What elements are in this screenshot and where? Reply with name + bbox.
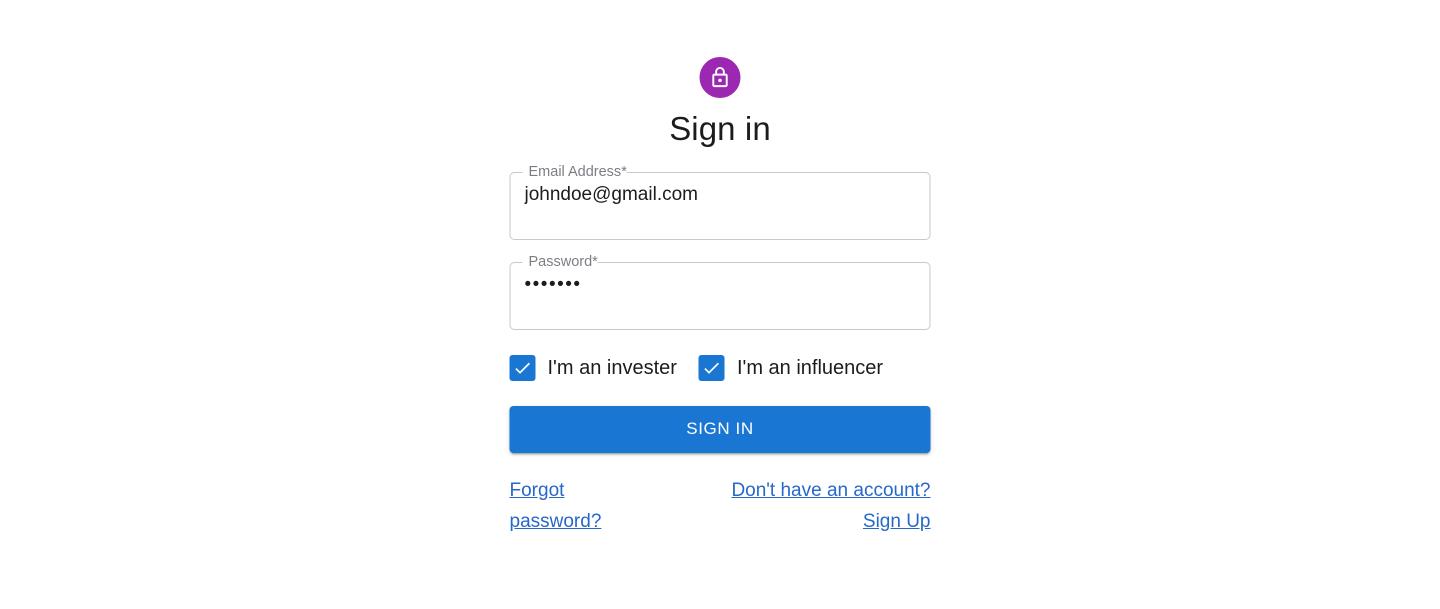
influencer-checkbox-item[interactable]: I'm an influencer — [698, 354, 884, 381]
page-title: Sign in — [669, 110, 771, 147]
lock-avatar — [699, 57, 741, 98]
email-input[interactable] — [510, 172, 930, 239]
password-input[interactable] — [510, 262, 930, 329]
investor-checkbox-item[interactable]: I'm an invester — [509, 354, 677, 381]
influencer-checkbox[interactable] — [698, 354, 725, 381]
email-field-wrapper: Email Address* — [509, 164, 931, 240]
sign-in-button[interactable]: SIGN IN — [509, 405, 931, 453]
footer-links: Forgot password? Don't have an account? … — [510, 475, 931, 537]
investor-checkbox[interactable] — [509, 354, 536, 381]
password-required-mark: * — [592, 253, 598, 270]
password-field-label: Password* — [527, 253, 600, 271]
role-checkbox-row: I'm an invester I'm an influencer — [509, 354, 931, 381]
forgot-password-column: Forgot password? — [510, 475, 721, 537]
check-icon — [513, 358, 533, 378]
sign-up-link[interactable]: Don't have an account? Sign Up — [720, 475, 930, 537]
investor-checkbox-label: I'm an invester — [547, 356, 677, 379]
lock-icon — [709, 66, 732, 89]
password-field-wrapper: Password* — [509, 254, 931, 330]
check-icon — [702, 358, 722, 378]
sign-in-page: Sign in Email Address* Password* — [0, 0, 1440, 609]
sign-in-form: Email Address* Password* — [509, 164, 931, 537]
password-label-text: Password — [528, 253, 593, 270]
influencer-checkbox-label: I'm an influencer — [736, 356, 884, 379]
email-label-text: Email Address — [528, 163, 622, 180]
sign-up-column: Don't have an account? Sign Up — [720, 475, 930, 537]
auth-container: Sign in Email Address* Password* — [509, 0, 931, 537]
forgot-password-link[interactable]: Forgot password? — [510, 475, 610, 537]
email-field-label: Email Address* — [527, 163, 629, 181]
email-required-mark: * — [621, 163, 627, 180]
